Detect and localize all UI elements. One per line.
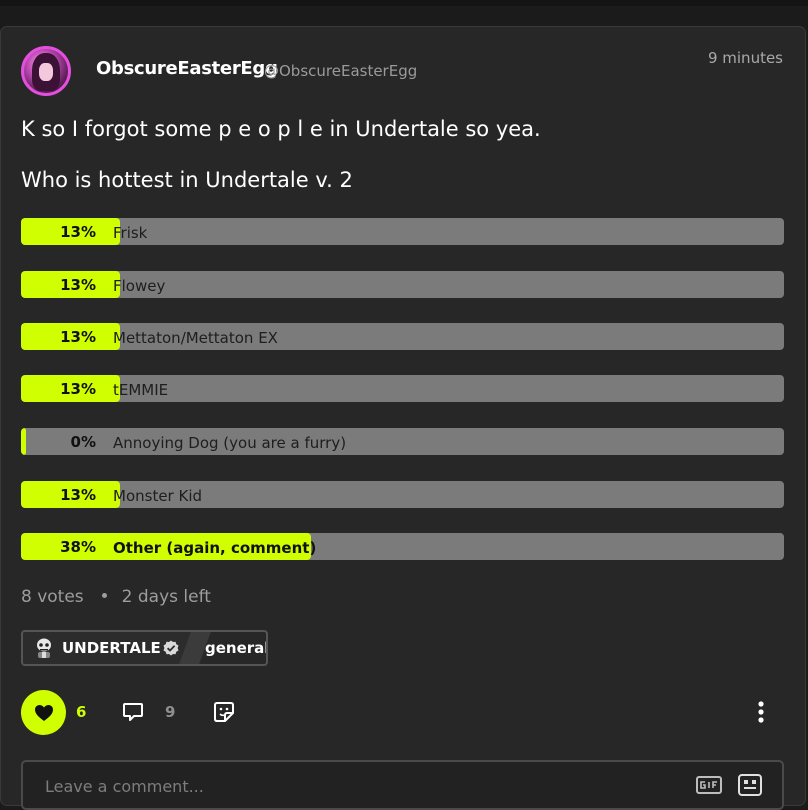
poll-option[interactable]: 13% tEMMIE <box>21 375 784 402</box>
poll-option[interactable]: 13% Mettaton/Mettaton EX <box>21 323 784 350</box>
sticker-icon[interactable] <box>738 774 762 796</box>
comment-count: 9 <box>165 703 176 721</box>
top-strip <box>0 0 808 6</box>
post-text: K so I forgot some p e o p l e in Undert… <box>21 117 541 141</box>
comment-box <box>21 760 784 810</box>
poll-option-label: Mettaton/Mettaton EX <box>113 329 278 347</box>
poll-option-label: Frisk <box>113 224 148 242</box>
poll-option[interactable]: 38% Other (again, comment) <box>21 533 784 560</box>
like-count: 6 <box>76 703 87 721</box>
avatar-face <box>39 63 53 81</box>
vote-count: 8 votes <box>21 587 84 607</box>
username[interactable]: ObscureEasterEgg <box>96 58 278 79</box>
poll-meta: 8 votes 2 days left <box>21 587 211 607</box>
community-tag[interactable]: UNDERTALE <box>23 632 211 664</box>
poll-option[interactable]: 0% Annoying Dog (you are a furry) <box>21 428 784 455</box>
gif-icon[interactable] <box>696 776 722 794</box>
poll-option[interactable]: 13% Flowey <box>21 271 784 298</box>
post-time: 9 minutes <box>707 49 783 67</box>
poll-option-label: Other (again, comment) <box>113 539 317 557</box>
poll-option-label: Flowey <box>113 277 166 295</box>
poll-option-percent: 13% <box>60 223 96 241</box>
poll-option-percent: 13% <box>60 486 96 504</box>
avatar[interactable] <box>21 46 71 96</box>
category-tag[interactable]: general <box>205 639 266 657</box>
poll-option-percent: 13% <box>60 328 96 346</box>
poll-option-percent: 13% <box>60 276 96 294</box>
comment-icon[interactable] <box>121 700 145 724</box>
share-sticker-icon[interactable] <box>212 700 236 724</box>
tag-bar: UNDERTALE general <box>21 630 268 666</box>
poll-option-percent: 38% <box>60 538 96 556</box>
poll-option[interactable]: 13% Frisk <box>21 218 784 245</box>
poll-option-label: tEMMIE <box>113 381 169 399</box>
user-handle[interactable]: @ObscureEasterEgg <box>264 62 417 80</box>
post-card <box>0 26 806 806</box>
poll-question: Who is hottest in Undertale v. 2 <box>21 168 353 192</box>
time-left: 2 days left <box>121 587 211 607</box>
verified-icon <box>163 640 179 656</box>
poll-option-percent: 13% <box>60 380 96 398</box>
more-vertical-icon[interactable] <box>750 698 772 726</box>
poll-option[interactable]: 13% Monster Kid <box>21 481 784 508</box>
like-button[interactable] <box>21 690 66 735</box>
community-name: UNDERTALE <box>62 639 161 657</box>
separator-dot <box>101 592 107 598</box>
sans-skull-icon <box>37 638 51 658</box>
poll-option-label: Annoying Dog (you are a furry) <box>113 434 347 452</box>
heart-icon <box>34 704 53 721</box>
poll-option-percent: 0% <box>70 433 96 451</box>
poll-option-label: Monster Kid <box>113 487 203 505</box>
